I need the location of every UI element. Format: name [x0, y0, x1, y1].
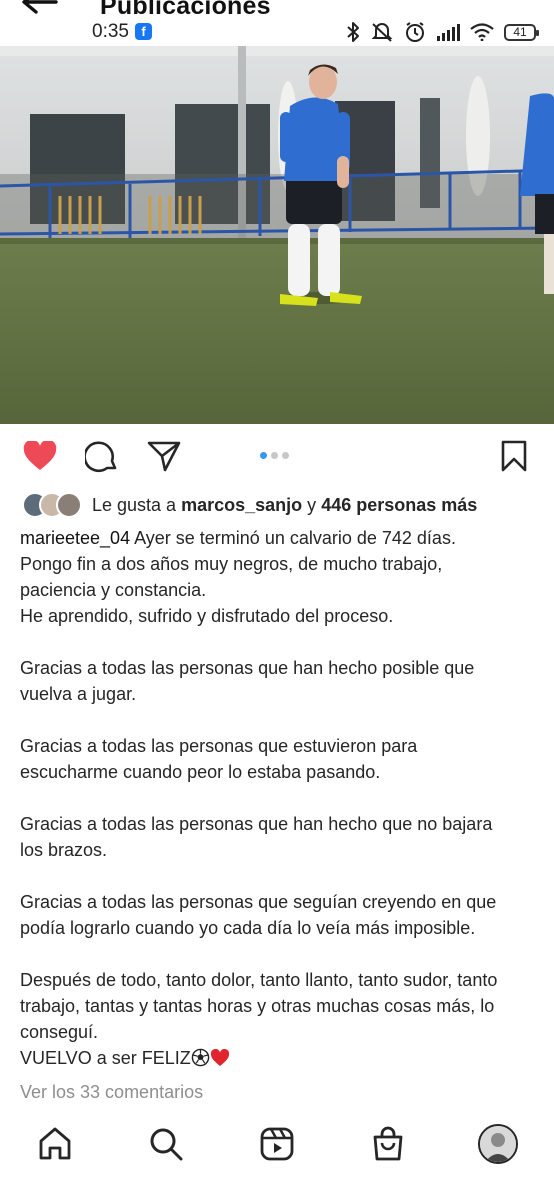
caption-line: Gracias a todas las personas que seguían…: [20, 892, 497, 912]
caption-line: vuelva a jugar.: [20, 684, 137, 704]
comment-icon: [85, 441, 117, 473]
post-action-bar: [0, 430, 554, 482]
liker-username[interactable]: marcos_sanjo: [181, 495, 302, 515]
caption-line: Pongo fin a dos años muy negros, de much…: [20, 554, 443, 574]
bottom-nav: [0, 1110, 554, 1180]
caption-line: los brazos.: [20, 840, 108, 860]
caption-line: Después de todo, tanto dolor, tanto llan…: [20, 970, 498, 990]
caption-username[interactable]: marieetee_04: [20, 528, 130, 548]
bluetooth-icon: [347, 22, 359, 42]
caption-line: conseguí.: [20, 1022, 99, 1042]
reels-icon: [260, 1127, 294, 1161]
caption-line: escucharme cuando peor lo estaba pasando…: [20, 762, 381, 782]
view-comments-link[interactable]: Ver los 33 comentarios: [20, 1082, 203, 1103]
heart-icon: [23, 441, 57, 470]
post-photo[interactable]: [0, 46, 554, 424]
carousel-dot: [282, 452, 289, 459]
nav-reels[interactable]: [257, 1124, 297, 1164]
caption-line: podía lograrlo cuando yo cada día lo veí…: [20, 918, 476, 938]
caption-line: marieetee_04 Ayer se terminó un calvario…: [20, 528, 456, 548]
nav-search[interactable]: [146, 1124, 186, 1164]
avatar-image: [480, 1126, 516, 1162]
comment-button[interactable]: [84, 438, 120, 474]
wifi-icon: [470, 23, 494, 41]
alarm-icon: [406, 22, 424, 42]
share-button[interactable]: [146, 438, 182, 474]
caption-line: Gracias a todas las personas que han hec…: [20, 814, 493, 834]
back-arrow-icon[interactable]: [18, 0, 60, 22]
search-icon: [150, 1128, 183, 1161]
facebook-notification-icon: f: [135, 23, 152, 40]
caption-line: VUELVO a ser FELIZ: [20, 1045, 540, 1071]
top-bar: Publicaciones 0:35 f 41: [0, 0, 554, 46]
likes-count[interactable]: 446 personas más: [321, 495, 477, 515]
bookmark-icon: [501, 440, 527, 472]
caption-line: Gracias a todas las personas que estuvie…: [20, 736, 418, 756]
likes-joiner: y: [307, 494, 317, 515]
red-heart-icon: [210, 1049, 229, 1066]
shop-icon: [373, 1126, 403, 1161]
send-icon: [147, 441, 181, 472]
likes-summary[interactable]: Le gusta a marcos_sanjo y 446 personas m…: [22, 491, 477, 519]
like-button[interactable]: [22, 438, 58, 474]
liker-avatars: [22, 492, 82, 518]
caption-line: trabajo, tantas y tantas horas y otras m…: [20, 996, 495, 1016]
caption-line: He aprendido, sufrido y disfrutado del p…: [20, 606, 394, 626]
signal-icon: [437, 24, 460, 41]
caption-line: paciencia y constancia.: [20, 580, 207, 600]
nav-home[interactable]: [35, 1124, 75, 1164]
status-icons: 41: [346, 20, 539, 44]
carousel-indicator: [260, 452, 289, 459]
battery-indicator: 41: [504, 23, 539, 41]
avatar: [56, 492, 82, 518]
football-player-photo: [0, 46, 554, 424]
carousel-dot: [271, 452, 278, 459]
home-icon: [39, 1127, 71, 1160]
likes-prefix: Le gusta a: [92, 494, 177, 515]
nav-shop[interactable]: [368, 1124, 408, 1164]
likes-text: Le gusta a marcos_sanjo y 446 personas m…: [83, 495, 477, 516]
nav-profile[interactable]: [478, 1124, 518, 1164]
save-button[interactable]: [496, 438, 532, 474]
profile-avatar: [478, 1124, 518, 1164]
page-title: Publicaciones: [100, 0, 271, 20]
status-time: 0:35: [92, 21, 129, 42]
mute-vibrate-icon: [371, 23, 393, 42]
post-caption: marieetee_04 Ayer se terminó un calvario…: [20, 525, 540, 1071]
soccer-ball-icon: [191, 1048, 210, 1067]
carousel-dot: [260, 452, 267, 459]
caption-line: Gracias a todas las personas que han hec…: [20, 658, 475, 678]
